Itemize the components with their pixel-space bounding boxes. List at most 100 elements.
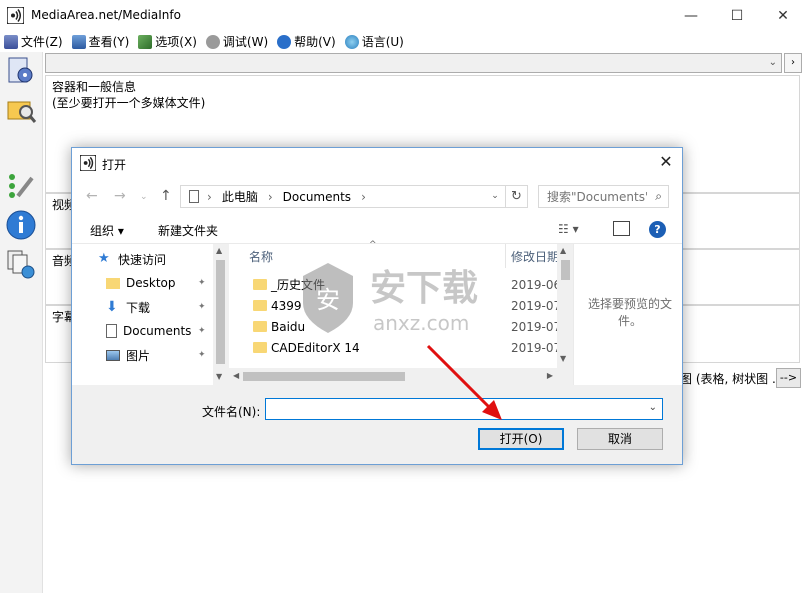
- scroll-up-icon[interactable]: ▲: [560, 246, 566, 255]
- chevron-down-icon: ⌄: [768, 57, 777, 68]
- menu-options[interactable]: 选项(X): [134, 32, 202, 52]
- file-date: 2019-07: [511, 319, 562, 334]
- folder-icon: [253, 342, 267, 353]
- info-icon[interactable]: [5, 209, 37, 241]
- file-date: 2019-06: [511, 277, 562, 292]
- file-name: Baidu: [271, 319, 306, 334]
- scroll-up-icon[interactable]: ▲: [216, 246, 222, 255]
- other-views-button[interactable]: -->: [776, 368, 801, 388]
- other-views-text: 图 (表格, 树状图 ...): [680, 372, 789, 386]
- maximize-button[interactable]: ☐: [714, 0, 760, 31]
- close-button[interactable]: ✕: [760, 0, 806, 31]
- scroll-down-icon[interactable]: ▼: [216, 372, 222, 381]
- scrollbar-corner: [557, 368, 573, 385]
- preview-pane: 选择要预览的文件。: [573, 244, 682, 385]
- view-icon: [71, 34, 86, 49]
- search-input[interactable]: [547, 186, 647, 207]
- nav-documents-label: Documents: [123, 324, 192, 338]
- sidebar: [0, 52, 43, 593]
- file-icon: [4, 34, 18, 49]
- mediainfo-app-icon: [7, 7, 24, 24]
- debug-icon: [205, 34, 220, 49]
- navigation-pane: ★ 快速访问 Desktop ✦ ⬇ 下载 ✦ Documents ✦ 图片 ✦: [72, 244, 227, 385]
- column-divider[interactable]: [505, 244, 506, 268]
- menu-language[interactable]: 语言(U): [341, 32, 409, 52]
- menu-options-label: 选项(X): [155, 35, 197, 49]
- chevron-down-icon[interactable]: ⌄: [649, 402, 657, 413]
- pin-icon: ✦: [198, 302, 206, 312]
- red-pointer-arrow: [426, 344, 502, 420]
- pin-icon: ✦: [198, 326, 206, 336]
- file-name: _历史文件: [271, 278, 326, 292]
- breadcrumb-this-pc[interactable]: 此电脑: [222, 188, 258, 205]
- language-icon: [344, 34, 359, 49]
- menu-help-label: 帮助(V): [294, 35, 336, 49]
- dialog-toolbar: 组织 ▾ 新建文件夹 ☷ ▾ ?: [72, 216, 682, 244]
- file-date: 2019-07: [511, 298, 562, 313]
- pictures-icon: [106, 349, 120, 361]
- star-icon: ★: [98, 251, 110, 266]
- nav-desktop-label: Desktop: [126, 276, 176, 290]
- chevron-down-icon[interactable]: ⌄: [485, 186, 505, 207]
- preview-pane-icon[interactable]: [613, 221, 630, 236]
- general-hint: (至少要打开一个多媒体文件): [52, 96, 206, 110]
- back-arrow-icon[interactable]: ←: [86, 188, 98, 204]
- menu-view-label: 查看(Y): [88, 35, 130, 49]
- help-icon: [277, 34, 292, 49]
- file-name: 4399: [271, 298, 302, 313]
- dialog-close-button[interactable]: ✕: [650, 148, 682, 178]
- folder-icon: [106, 277, 120, 289]
- preferences-icon[interactable]: [5, 170, 37, 202]
- next-file-button[interactable]: ›: [784, 53, 802, 73]
- dialog-title-bar: 打开 ✕: [72, 148, 682, 178]
- file-row[interactable]: _历史文件 2019-06: [229, 274, 573, 295]
- scroll-thumb[interactable]: [243, 372, 405, 381]
- scroll-down-icon[interactable]: ▼: [560, 354, 566, 363]
- file-row[interactable]: Baidu 2019-07: [229, 316, 573, 337]
- minimize-button[interactable]: —: [668, 0, 714, 31]
- search-icon: ⌕: [655, 189, 662, 203]
- nav-downloads-label: 下载: [126, 300, 151, 315]
- nav-quick-access-label: 快速访问: [118, 252, 167, 267]
- file-list-scrollbar[interactable]: ▲ ▼: [557, 244, 573, 368]
- nav-pictures-label: 图片: [126, 348, 151, 363]
- menu-view[interactable]: 查看(Y): [68, 32, 135, 52]
- file-row[interactable]: 4399 2019-07: [229, 295, 573, 316]
- scroll-thumb[interactable]: [216, 260, 225, 364]
- breadcrumb-separator-icon: ›: [207, 189, 212, 204]
- open-file-icon[interactable]: [5, 55, 37, 87]
- search-box[interactable]: ⌕: [538, 185, 669, 208]
- scroll-thumb[interactable]: [561, 260, 570, 280]
- organize-menu[interactable]: 组织 ▾: [90, 222, 124, 239]
- help-icon[interactable]: ?: [649, 221, 666, 238]
- up-arrow-icon[interactable]: ↑: [160, 188, 172, 204]
- column-name-header[interactable]: 名称: [249, 244, 273, 270]
- scroll-left-icon[interactable]: ◀: [233, 371, 239, 380]
- menu-debug[interactable]: 调试(W): [202, 32, 273, 52]
- view-options-icon[interactable]: ☷ ▾: [558, 222, 579, 236]
- new-folder-button[interactable]: 新建文件夹: [158, 222, 218, 239]
- menu-file[interactable]: 文件(Z): [0, 32, 68, 52]
- cancel-button[interactable]: 取消: [577, 428, 663, 450]
- refresh-icon: ↻: [511, 189, 522, 204]
- breadcrumb-documents[interactable]: Documents: [283, 190, 351, 204]
- forward-arrow-icon[interactable]: →: [114, 188, 126, 204]
- dialog-title: 打开: [102, 158, 127, 172]
- refresh-button[interactable]: ↻: [506, 185, 528, 208]
- preview-hint: 选择要预览的文件。: [587, 297, 672, 328]
- open-button[interactable]: 打开(O): [478, 428, 564, 450]
- folder-icon: [253, 300, 267, 311]
- download-icon: ⬇: [106, 299, 118, 315]
- recent-dropdown-icon[interactable]: ⌄: [140, 192, 148, 202]
- pin-icon: ✦: [198, 350, 206, 360]
- menu-help[interactable]: 帮助(V): [273, 32, 341, 52]
- address-bar[interactable]: › 此电脑 › Documents › ⌄: [180, 185, 506, 208]
- file-selector-combobox[interactable]: ⌄: [45, 53, 782, 73]
- column-date-header[interactable]: 修改日期: [511, 244, 559, 270]
- open-folder-icon[interactable]: [5, 93, 37, 125]
- export-icon[interactable]: [5, 248, 37, 280]
- scroll-right-icon[interactable]: ▶: [547, 371, 553, 380]
- nav-scrollbar[interactable]: ▲ ▼: [213, 244, 228, 385]
- file-name: CADEditorX 14: [271, 340, 360, 355]
- documents-icon: [106, 324, 117, 338]
